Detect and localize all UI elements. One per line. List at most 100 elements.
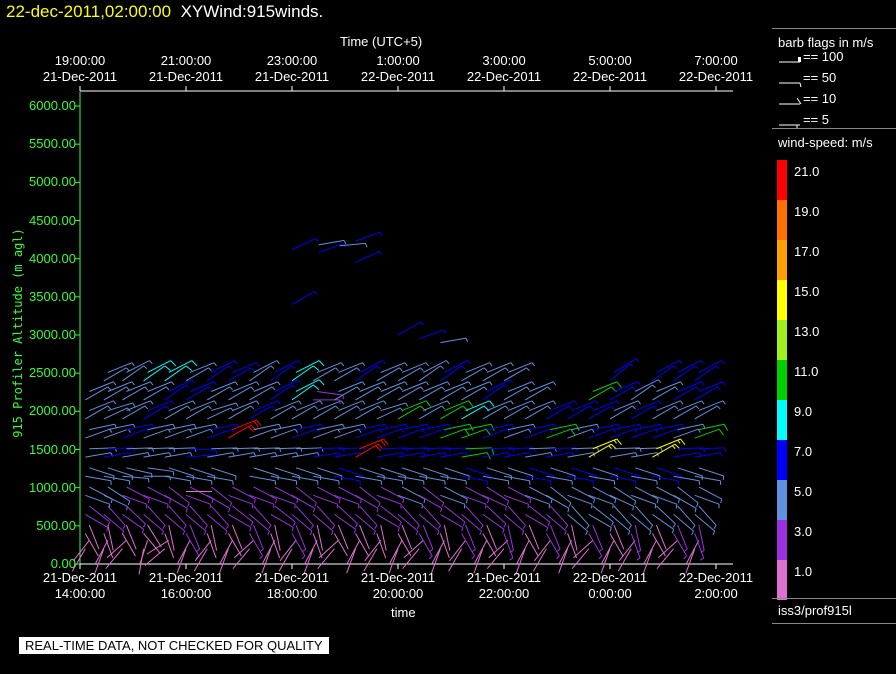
wind-barb (295, 360, 325, 373)
wind-barb (588, 494, 614, 509)
wind-barb (355, 514, 376, 536)
wind-barb (274, 379, 302, 392)
colorbar-segment (777, 240, 787, 280)
wind-barb (545, 533, 560, 560)
x-tick-time: 22:00:00 (478, 586, 530, 601)
wind-barb (588, 533, 603, 560)
wind-barb (249, 475, 276, 485)
wind-barb (270, 513, 294, 532)
wind-barb (588, 513, 612, 532)
wind-barb (525, 494, 551, 509)
wind-barb (122, 428, 150, 439)
y-tick-label: 5000.00 (29, 174, 76, 190)
wind-barb (656, 360, 683, 373)
wind-barb (359, 438, 389, 450)
wind-barb (144, 548, 166, 566)
wind-barb (482, 513, 505, 534)
x-tick-date: 22-Dec-2011 (678, 570, 754, 585)
wind-barb (304, 540, 318, 564)
wind-barb (546, 514, 567, 536)
legend-divider (772, 128, 896, 129)
wind-barb (189, 448, 218, 455)
wind-barb (164, 533, 175, 559)
wind-barb (613, 358, 640, 373)
wind-barb (355, 231, 383, 242)
colorbar-segment (777, 480, 787, 520)
wind-barb (185, 367, 212, 382)
y-tick-label: 0.00 (50, 556, 76, 571)
x-tick-time: 2:00:00 (694, 586, 738, 601)
x-tick-date: 21-Dec-2011 (254, 570, 330, 585)
wind-barb (652, 494, 678, 509)
wind-barb (630, 533, 641, 561)
wind-barb (359, 524, 370, 550)
top-tick-date: 22-Dec-2011 (678, 69, 754, 84)
wind-barb (422, 524, 434, 553)
top-tick-time: 23:00:00 (266, 53, 318, 68)
y-tick-label: 1500.00 (29, 441, 76, 457)
wind-barb (376, 407, 404, 420)
top-tick-time: 7:00:00 (694, 53, 738, 68)
y-tick-label: 6000.00 (29, 98, 76, 113)
colorbar-label: 13.0 (794, 324, 820, 339)
colorbar-label: 7.0 (794, 444, 813, 459)
wind-barb (168, 467, 195, 481)
x-tick-date: 21-Dec-2011 (360, 570, 436, 585)
top-tick-time: 5:00:00 (588, 53, 632, 68)
wind-barb (613, 524, 625, 550)
y-tick-label: 2000.00 (29, 403, 76, 419)
wind-barb (228, 367, 255, 382)
wind-barb (122, 513, 145, 534)
top-tick-date: 22-Dec-2011 (360, 69, 436, 84)
x-tick-time: 14:00:00 (54, 586, 106, 601)
wind-barb (107, 467, 134, 481)
x-tick-date: 22-Dec-2011 (572, 570, 648, 585)
flag-icon (798, 57, 801, 62)
wind-barb (249, 428, 277, 439)
wind-barb (339, 242, 368, 248)
wind-barb (337, 524, 349, 550)
wind-barb (185, 514, 207, 536)
wind-barb (185, 386, 212, 401)
colorbar-label: 11.0 (794, 364, 819, 379)
wind-barb (88, 524, 100, 550)
wind-barb (609, 363, 634, 382)
wind-barb (440, 513, 464, 532)
wind-barb (291, 533, 306, 560)
wind-barb (355, 251, 383, 263)
wind-barb (431, 540, 445, 564)
wind-barb (228, 494, 254, 509)
y-tick-label: 500.00 (36, 517, 76, 533)
colorbar-segment (777, 320, 787, 360)
wind-barb (474, 540, 488, 564)
wind-barb (419, 329, 447, 340)
wind-barb (440, 494, 466, 509)
wind-barb (694, 452, 723, 458)
wind-barb (592, 438, 622, 450)
wind-barb (228, 405, 255, 420)
colorbar-label: 5.0 (794, 484, 813, 499)
x-tick-date: 21-Dec-2011 (148, 570, 224, 585)
wind-barb (312, 367, 339, 382)
colorbar-label: 15.0 (794, 284, 820, 299)
wind-barb (461, 533, 476, 560)
wind-barb (168, 379, 196, 392)
quality-warning: REAL-TIME DATA, NOT CHECKED FOR QUALITY (19, 637, 329, 654)
wind-barb (376, 367, 403, 382)
x-tick-date: 21-Dec-2011 (42, 570, 118, 585)
top-tick-date: 22-Dec-2011 (572, 69, 648, 84)
wind-barb (389, 540, 403, 564)
wind-barb (656, 438, 686, 450)
wind-barb (89, 467, 115, 481)
wind-barb (291, 291, 318, 305)
x-tick-time: 20:00:00 (372, 586, 424, 601)
wind-barb (295, 379, 325, 392)
source-label: iss3/prof915l (778, 603, 852, 618)
wind-barb (164, 452, 193, 458)
wind-barb (655, 524, 667, 550)
wind-barb (228, 424, 257, 439)
colorbar-segment (777, 440, 787, 480)
wind-barb (177, 540, 191, 564)
barb-legend-label: == 50 (803, 70, 837, 85)
colorbar-segment (777, 560, 787, 600)
